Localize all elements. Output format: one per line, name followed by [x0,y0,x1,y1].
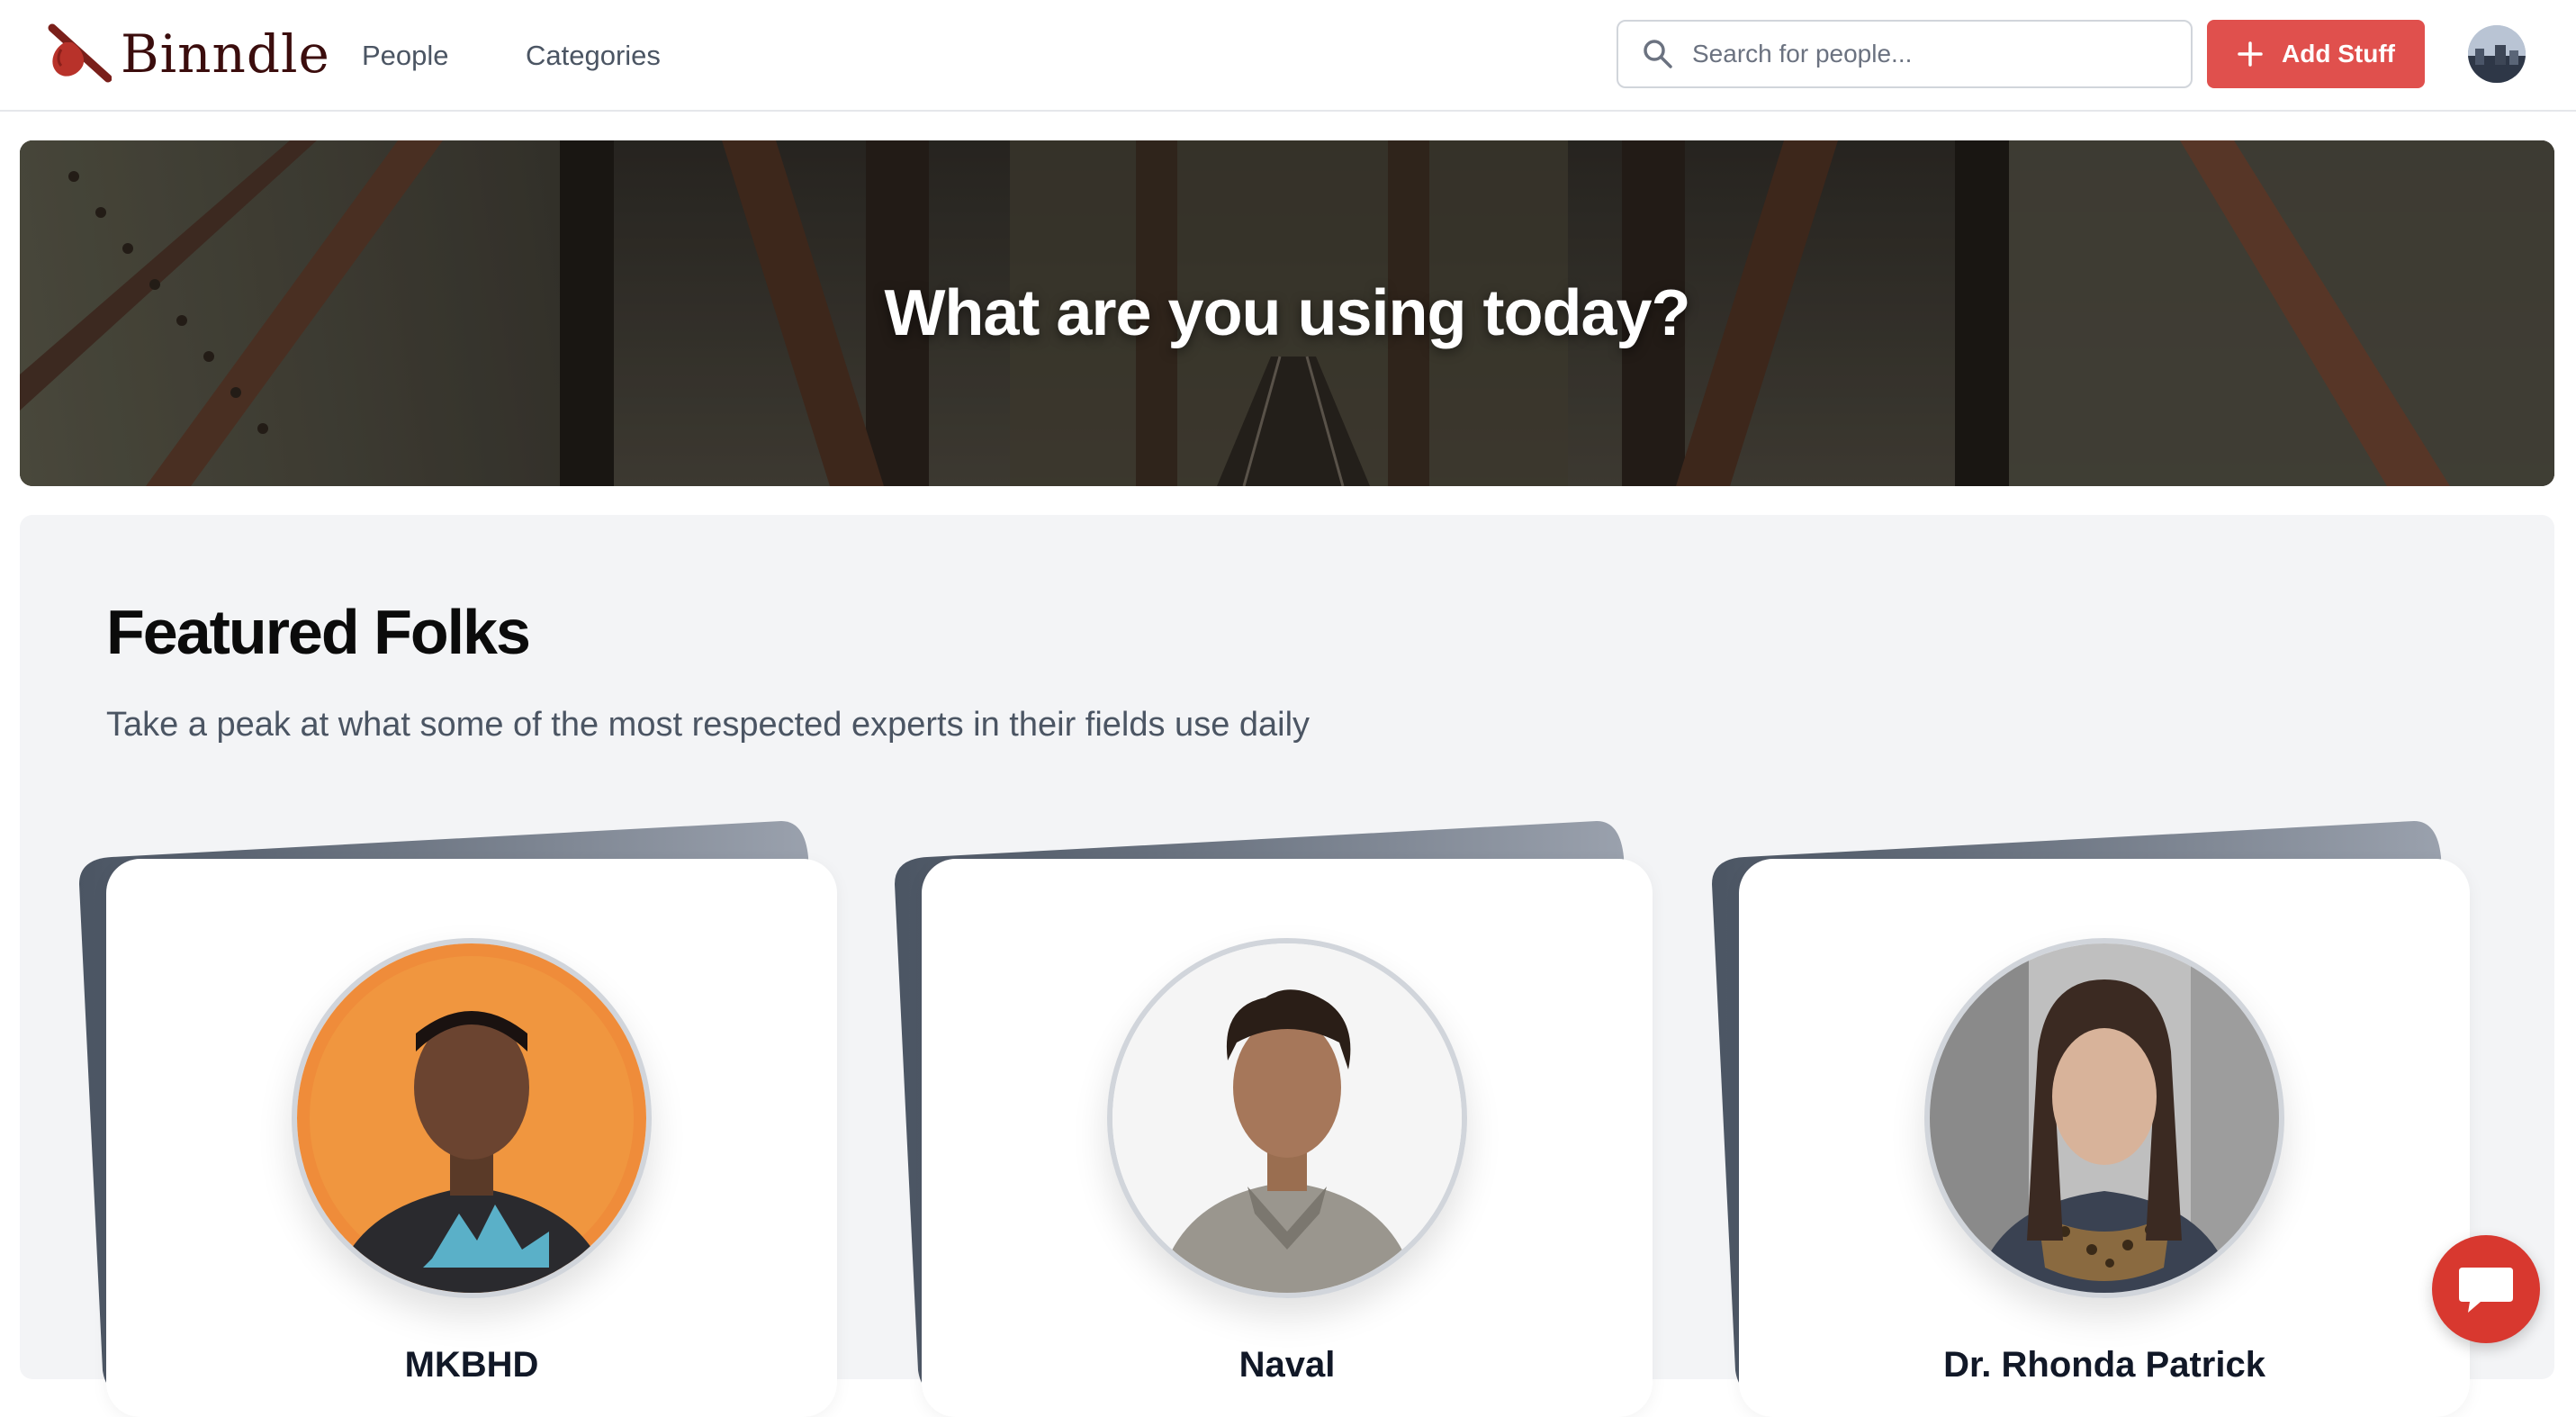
person-photo [1924,938,2284,1298]
search-icon [1644,40,1672,68]
person-name: MKBHD [404,1345,539,1385]
person-card-body: MKBHD [106,859,837,1417]
search-box[interactable] [1617,20,2193,88]
top-nav-bar: Binndle People Categories Add Stuff [0,0,2576,112]
person-card[interactable]: MKBHD [79,821,837,1417]
person-name: Dr. Rhonda Patrick [1943,1345,2265,1385]
featured-title: Featured Folks [106,597,531,667]
person-card[interactable]: Naval [895,821,1653,1417]
person-photo [292,938,652,1298]
add-stuff-label: Add Stuff [2282,40,2395,68]
person-card-body: Dr. Rhonda Patrick [1739,859,2470,1417]
person-card[interactable]: Dr. Rhonda Patrick [1712,821,2470,1417]
person-name: Naval [1238,1345,1336,1385]
chat-launcher-button[interactable] [2432,1235,2540,1343]
person-card-body: Naval [922,859,1653,1417]
hero-title: What are you using today? [884,277,1690,349]
avatar-image [2468,25,2526,83]
bindle-stick-icon [48,23,112,83]
logo[interactable]: Binndle [47,18,330,90]
featured-subtitle: Take a peak at what some of the most res… [106,706,1311,744]
nav-people-link[interactable]: People [362,36,449,76]
person-photo [1107,938,1467,1298]
nav-categories-link[interactable]: Categories [526,36,661,76]
user-avatar[interactable] [2468,25,2526,83]
chat-bubble-icon [2459,1268,2513,1313]
plus-icon [2238,41,2263,67]
search-input[interactable] [1690,39,2180,69]
add-stuff-button[interactable]: Add Stuff [2207,20,2425,88]
hero-banner: What are you using today? [20,140,2554,486]
logo-text: Binndle [121,23,330,85]
featured-section: Featured Folks Take a peak at what some … [20,515,2554,1417]
